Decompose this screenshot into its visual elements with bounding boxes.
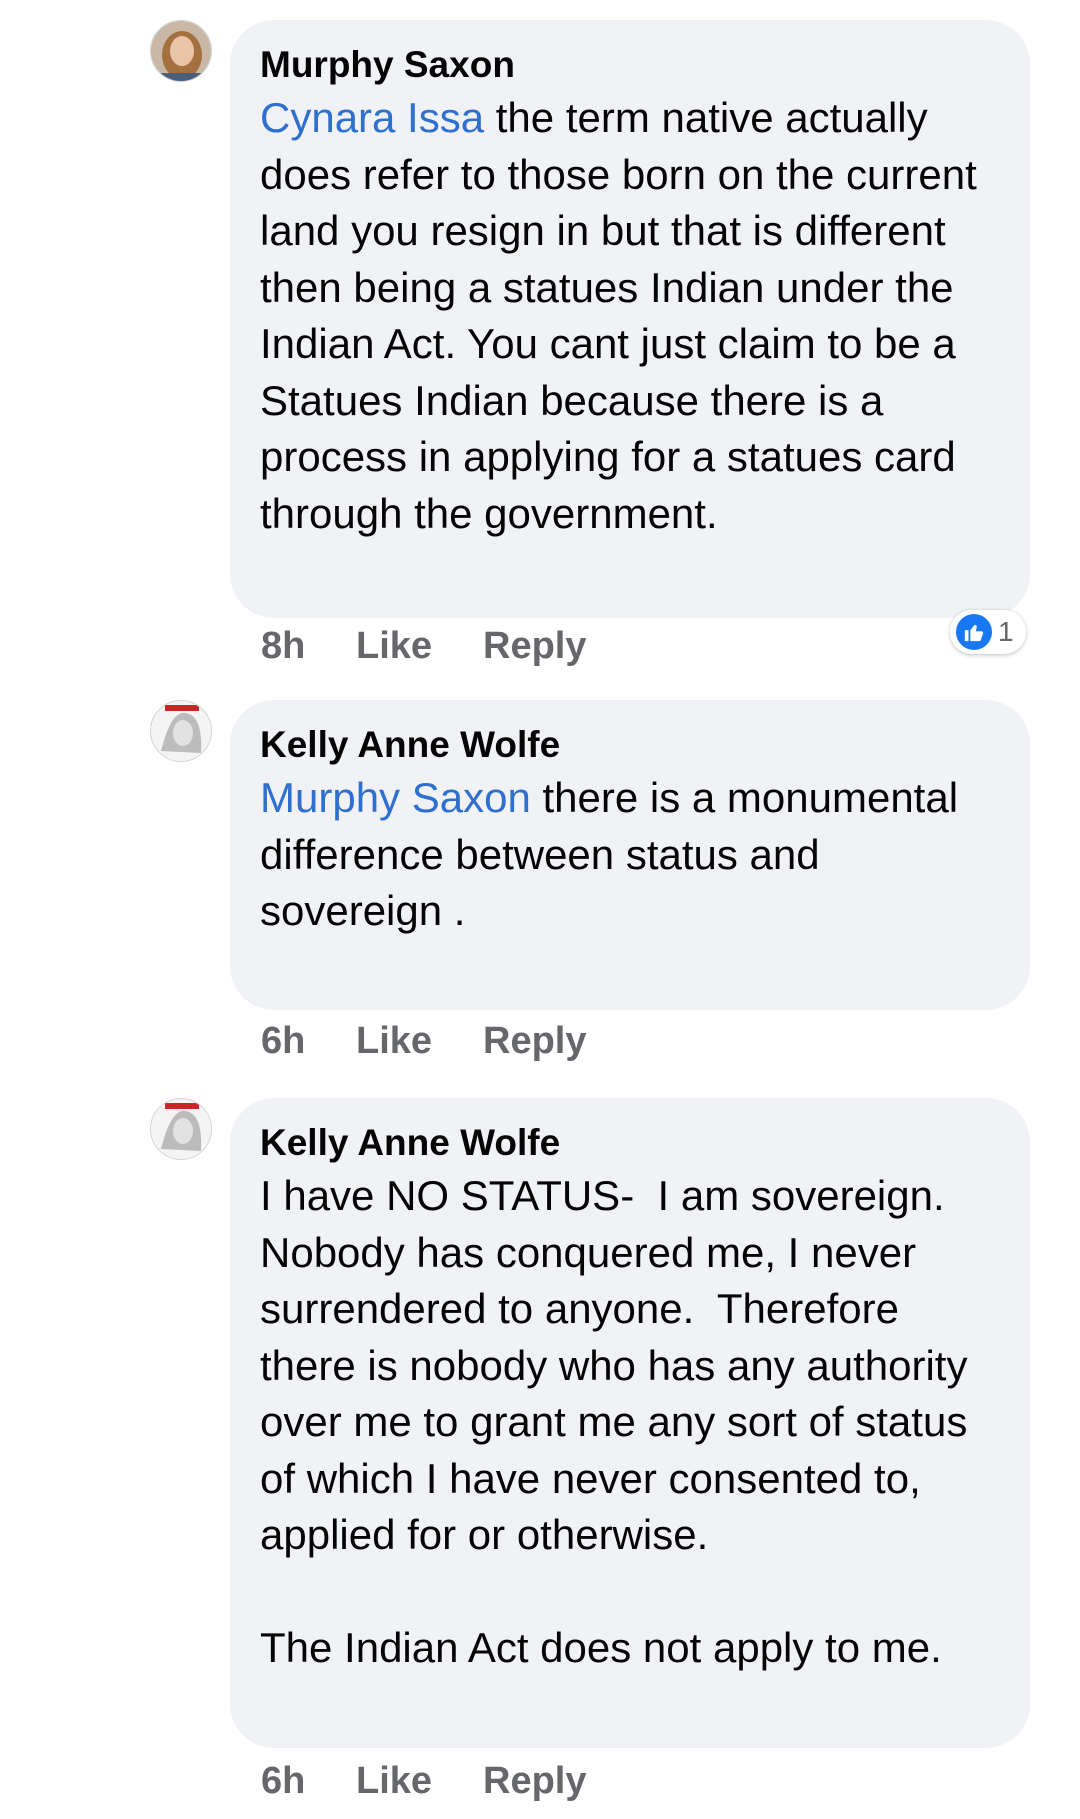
like-button[interactable]: Like xyxy=(356,1020,483,1063)
comment-author[interactable]: Murphy Saxon xyxy=(260,40,998,90)
like-button[interactable]: Like xyxy=(356,625,483,668)
comment-bubble: Kelly Anne Wolfe I have NO STATUS- I am … xyxy=(230,1098,1030,1748)
comment-text: I have NO STATUS- I am sovereign. Nobody… xyxy=(260,1168,998,1677)
mention-link[interactable]: Murphy Saxon xyxy=(260,774,531,821)
reply-button[interactable]: Reply xyxy=(483,1020,586,1063)
like-button[interactable]: Like xyxy=(356,1760,483,1803)
comment-bubble: Murphy Saxon Cynara Issa the term native… xyxy=(230,20,1030,618)
comment-actions: 8h Like Reply xyxy=(261,625,586,668)
avatar[interactable] xyxy=(150,1098,212,1160)
reply-button[interactable]: Reply xyxy=(483,625,586,668)
comment-timestamp[interactable]: 6h xyxy=(261,1760,356,1803)
comment-timestamp[interactable]: 8h xyxy=(261,625,356,668)
comment-actions: 6h Like Reply xyxy=(261,1020,586,1063)
comment-body: I have NO STATUS- I am sovereign. Nobody… xyxy=(260,1172,968,1671)
reply-button[interactable]: Reply xyxy=(483,1760,586,1803)
mention-link[interactable]: Cynara Issa xyxy=(260,94,484,141)
comment-actions: 6h Like Reply xyxy=(261,1760,586,1803)
comment-bubble: Kelly Anne Wolfe Murphy Saxon there is a… xyxy=(230,700,1030,1010)
comment-author[interactable]: Kelly Anne Wolfe xyxy=(260,720,998,770)
comment-body: the term native actually does refer to t… xyxy=(260,94,989,537)
comment-text: Murphy Saxon there is a monumental diffe… xyxy=(260,770,998,940)
comment-text: Cynara Issa the term native actually doe… xyxy=(260,90,998,542)
avatar[interactable] xyxy=(150,700,212,762)
avatar[interactable] xyxy=(150,20,212,82)
reaction-badge[interactable]: 1 xyxy=(950,610,1026,654)
reaction-count: 1 xyxy=(998,616,1014,647)
thumbs-up-icon xyxy=(956,614,992,650)
comment-author[interactable]: Kelly Anne Wolfe xyxy=(260,1118,998,1168)
comment-timestamp[interactable]: 6h xyxy=(261,1020,356,1063)
